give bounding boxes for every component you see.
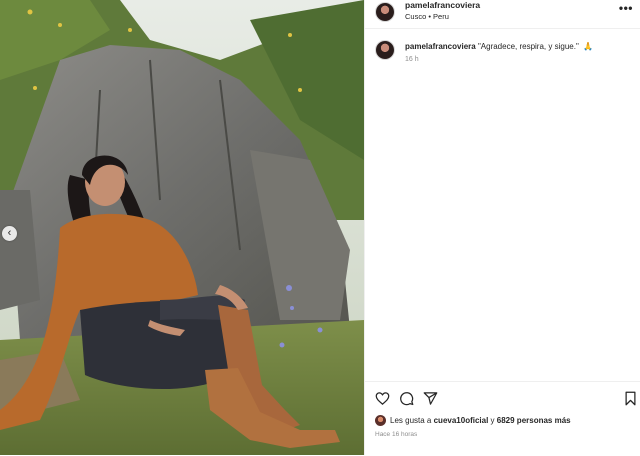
post-photo[interactable]: ‹ (0, 0, 364, 455)
likes-prefix: Les gusta a (390, 416, 432, 425)
caption-avatar[interactable] (375, 40, 395, 60)
caption-line: pamelafrancoviera "Agradece, respira, y … (405, 42, 593, 51)
likes-summary: Les gusta a cueva10oficial y 6829 person… (375, 415, 571, 426)
more-icon: ••• (618, 1, 633, 15)
action-bar: Les gusta a cueva10oficial y 6829 person… (365, 381, 640, 456)
share-icon[interactable] (423, 391, 438, 406)
likes-count[interactable]: 6829 personas más (497, 416, 571, 425)
avatar[interactable] (375, 2, 395, 22)
photo-image (0, 0, 364, 455)
more-options-button[interactable]: ••• (619, 1, 633, 15)
previous-photo-button[interactable]: ‹ (2, 226, 17, 241)
likes-user[interactable]: cueva10oficial (434, 416, 489, 425)
post-header: pamelafrancoviera Cusco • Peru ••• (365, 0, 640, 29)
post-location[interactable]: Cusco • Peru (405, 12, 449, 21)
post-sidebar: pamelafrancoviera Cusco • Peru ••• pamel… (364, 0, 640, 455)
liker-avatar (375, 415, 386, 426)
caption: pamelafrancoviera "Agradece, respira, y … (365, 38, 640, 68)
caption-username[interactable]: pamelafrancoviera (405, 42, 476, 51)
chevron-left-icon: ‹ (7, 227, 12, 239)
comment-icon[interactable] (399, 391, 414, 406)
heart-icon[interactable] (375, 391, 390, 406)
post-timestamp: Hace 16 horas (375, 431, 418, 438)
folded-hands-icon: 🙏 (583, 42, 593, 51)
likes-middle: y (490, 416, 495, 425)
caption-timestamp: 16 h (405, 56, 419, 63)
caption-text: "Agradece, respira, y sigue." (477, 42, 579, 51)
bookmark-icon[interactable] (623, 391, 638, 406)
header-username[interactable]: pamelafrancoviera (405, 0, 480, 10)
